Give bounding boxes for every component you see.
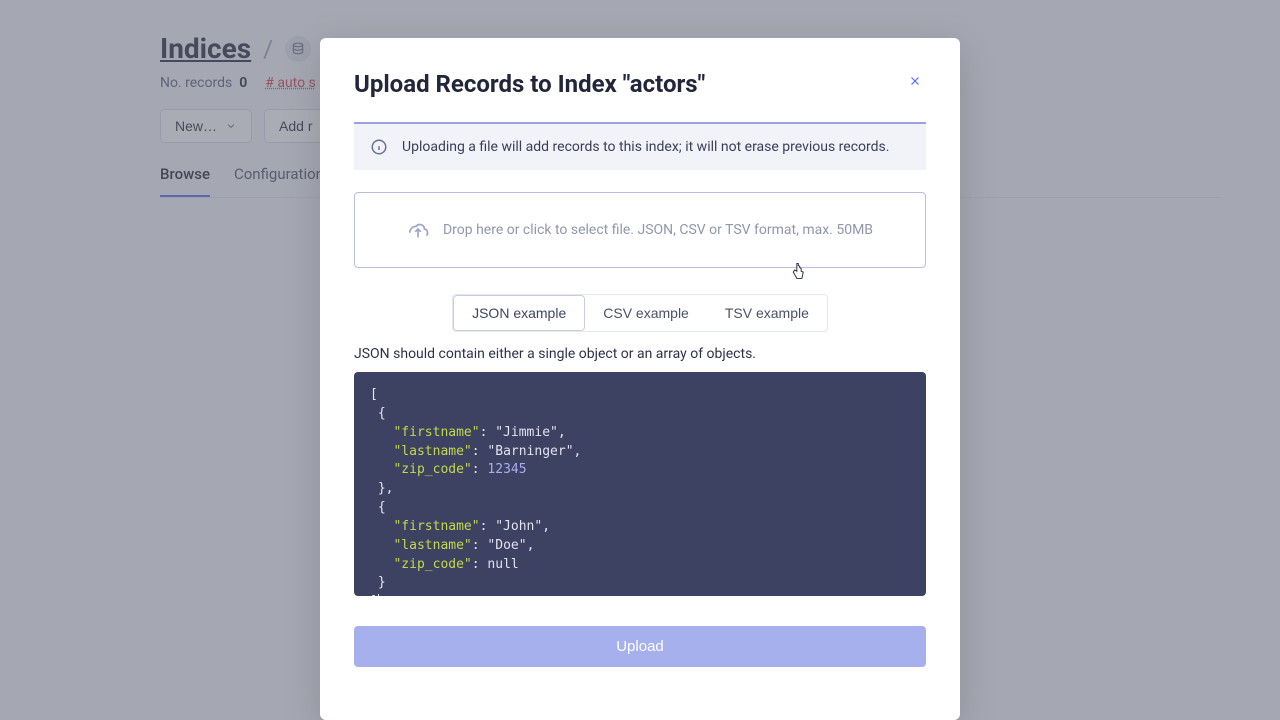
json-format-note: JSON should contain either a single obje… xyxy=(354,346,926,362)
info-text: Uploading a file will add records to thi… xyxy=(402,139,889,155)
info-banner: Uploading a file will add records to thi… xyxy=(354,122,926,170)
tab-tsv-example[interactable]: TSV example xyxy=(707,295,827,331)
modal-overlay: Upload Records to Index "actors" Uploadi… xyxy=(0,0,1280,720)
tab-json-example[interactable]: JSON example xyxy=(453,295,585,331)
code-example: [ { "firstname": "Jimmie", "lastname": "… xyxy=(354,372,926,596)
modal-title: Upload Records to Index "actors" xyxy=(354,70,705,98)
upload-modal: Upload Records to Index "actors" Uploadi… xyxy=(320,38,960,720)
close-icon[interactable] xyxy=(904,70,926,92)
upload-button[interactable]: Upload xyxy=(354,626,926,667)
info-icon xyxy=(370,138,388,156)
example-format-tabs: JSON example CSV example TSV example xyxy=(354,294,926,332)
dropzone-text: Drop here or click to select file. JSON,… xyxy=(443,222,873,238)
upload-icon xyxy=(407,219,429,241)
tab-csv-example[interactable]: CSV example xyxy=(585,295,707,331)
file-dropzone[interactable]: Drop here or click to select file. JSON,… xyxy=(354,192,926,268)
